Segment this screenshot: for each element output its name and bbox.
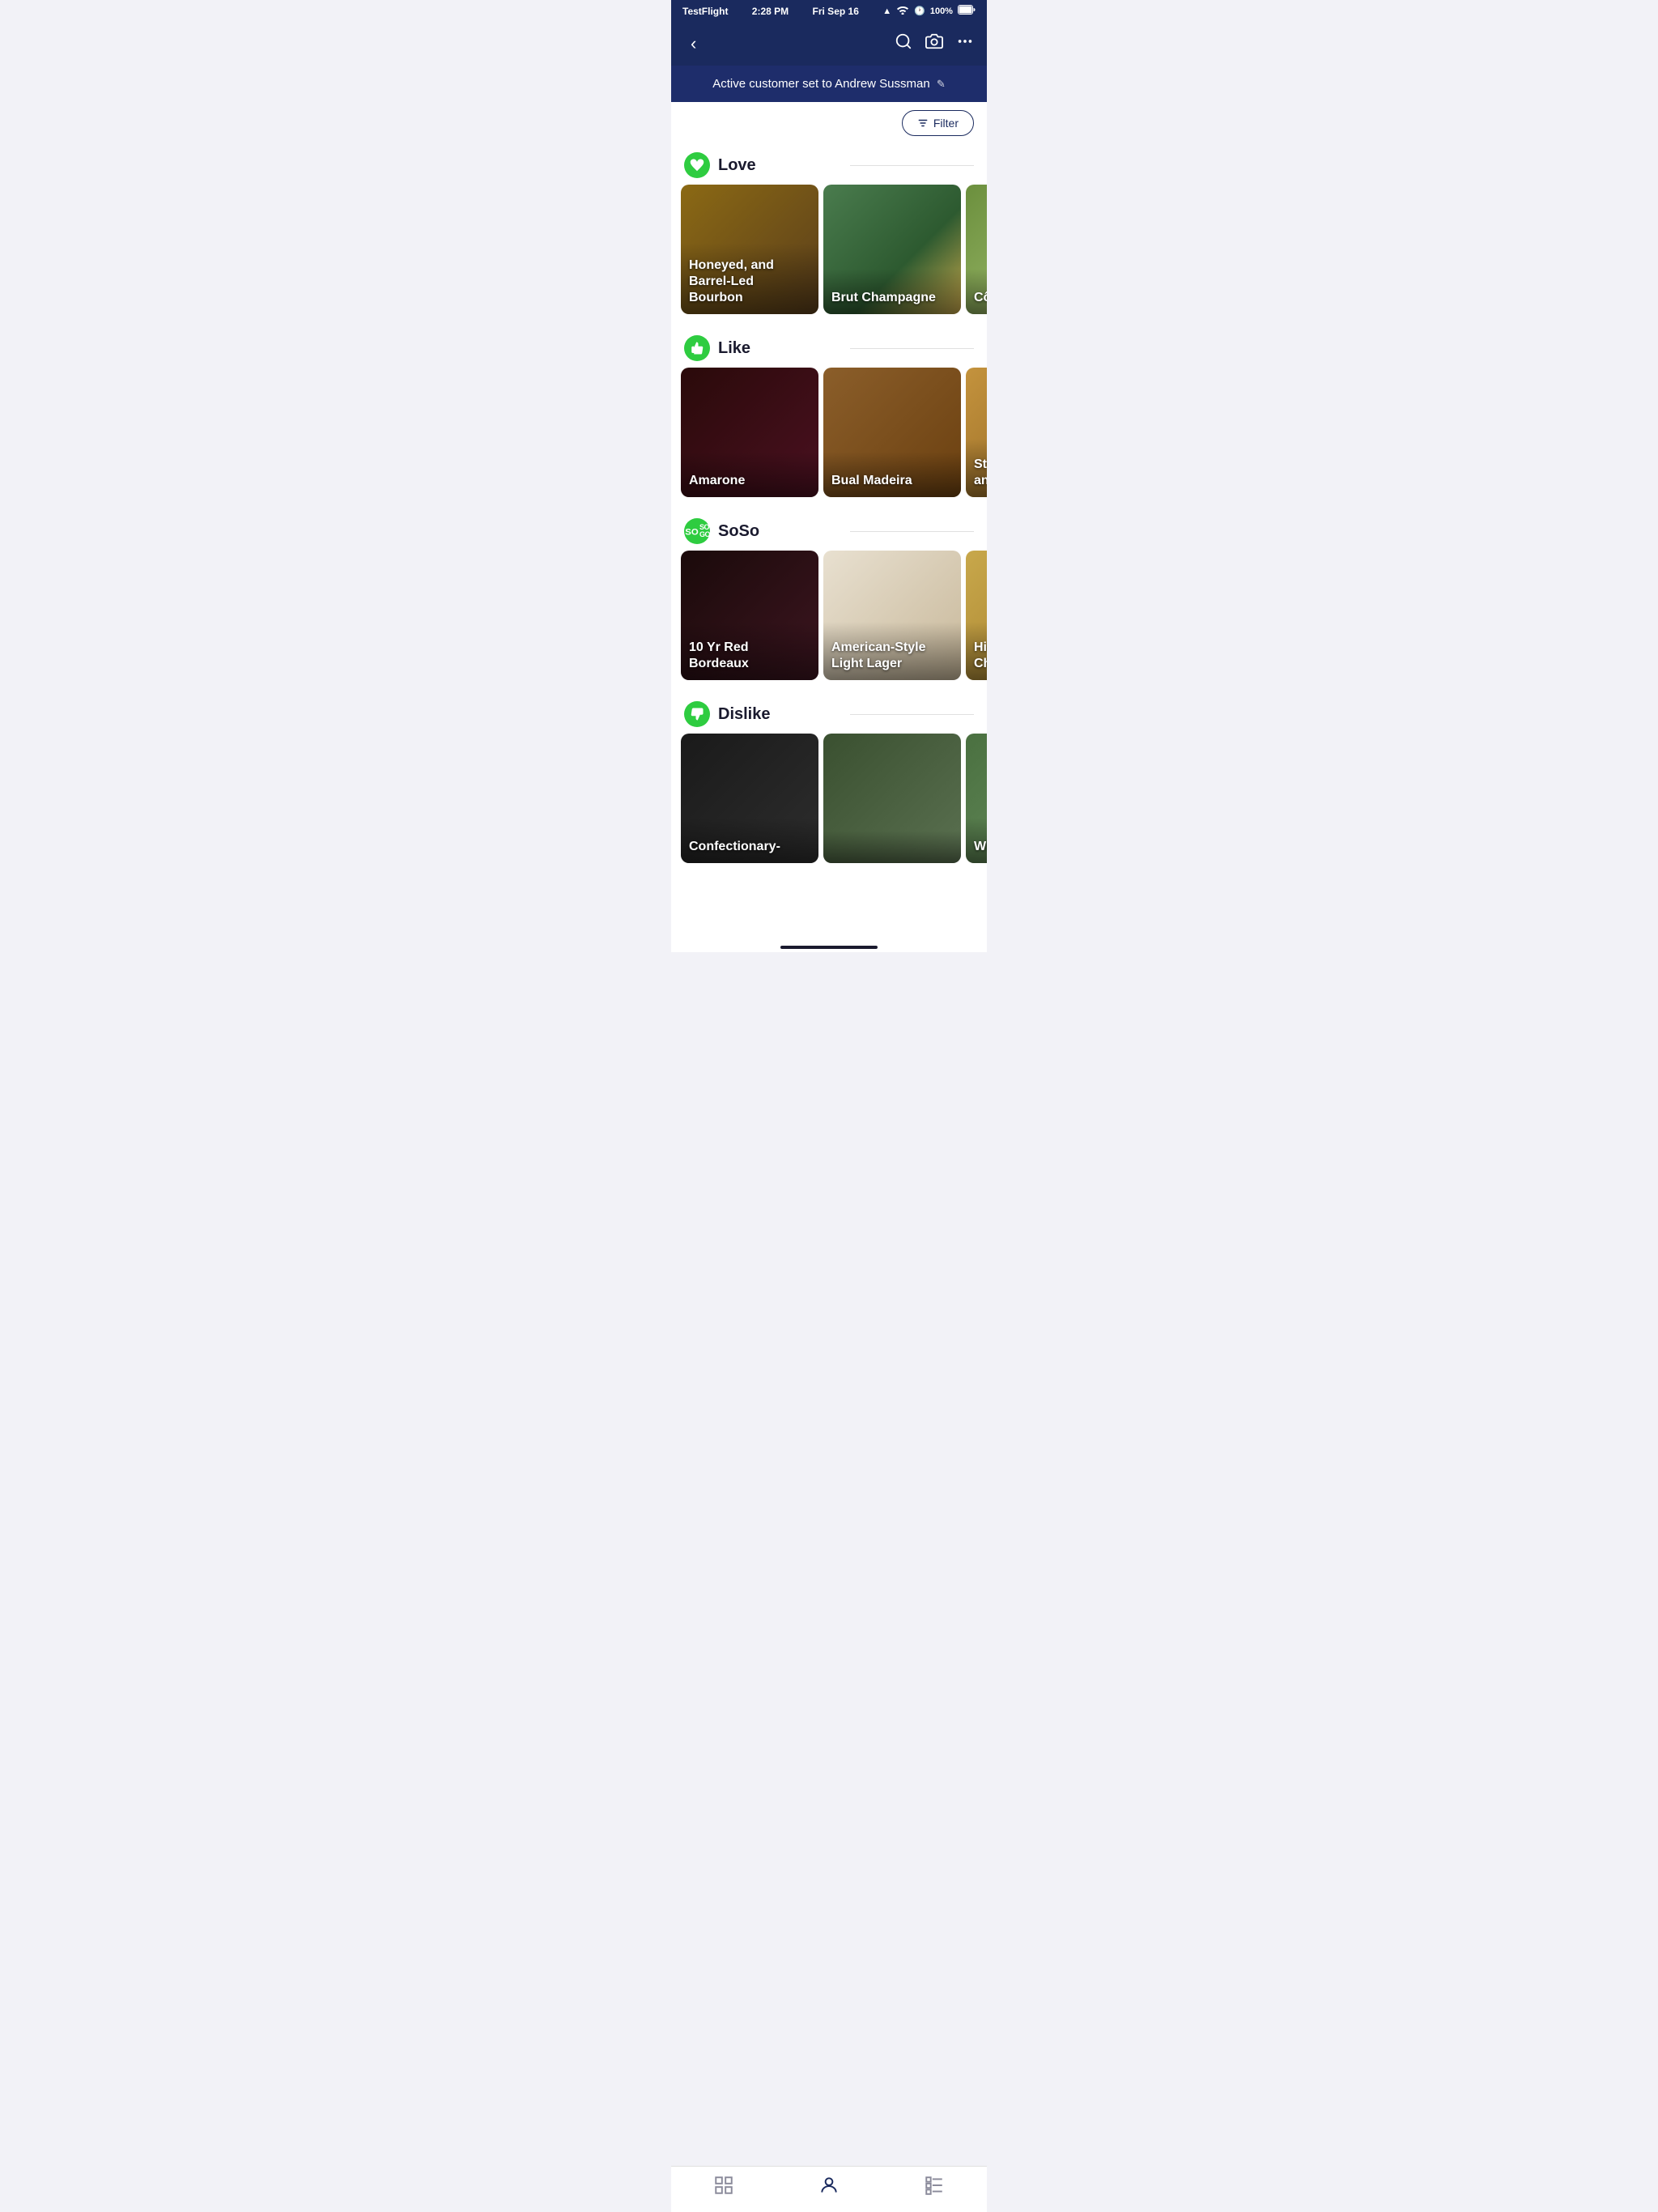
status-date: Fri Sep 16 bbox=[813, 6, 859, 17]
customer-banner[interactable]: Active customer set to Andrew Sussman ✎ bbox=[671, 66, 987, 102]
card-overlay-bourbon: Honeyed, and Barrel-Led Bourbon bbox=[681, 225, 818, 314]
card-overlay-whisky: Styled, Unpeated and Fresh Whisky bbox=[966, 424, 987, 497]
card-overlay-lager: American-Style Light Lager bbox=[823, 607, 961, 680]
cards-row-dislike: Confectionary- White Napa bbox=[671, 734, 987, 863]
section-title-soso: SoSo bbox=[718, 522, 842, 541]
section-love: Love Honeyed, and Barrel-Led Bourbon Bru… bbox=[671, 144, 987, 327]
search-icon[interactable] bbox=[895, 32, 912, 55]
status-left: TestFlight bbox=[682, 6, 728, 17]
section-title-love: Love bbox=[718, 156, 842, 175]
card-label-whisky: Styled, Unpeated and Fresh Whisky bbox=[974, 457, 987, 487]
card-autolytic[interactable]: Highly Autolytic Champagne bbox=[966, 551, 987, 680]
camera-icon[interactable] bbox=[925, 32, 943, 55]
section-like: Like Amarone Bual Madeira Styled, Unpeat… bbox=[671, 327, 987, 510]
section-title-like: Like bbox=[718, 339, 842, 358]
like-icon bbox=[684, 335, 710, 361]
card-label-madeira: Bual Madeira bbox=[831, 474, 912, 487]
status-time: 2:28 PM bbox=[752, 6, 789, 17]
card-overlay-white: White bbox=[966, 806, 987, 863]
card-cote[interactable]: Côte-Rôtie bbox=[966, 185, 987, 314]
signal-icon: ▲ bbox=[882, 6, 891, 16]
card-label-bordeaux: 10 Yr Red Bordeaux bbox=[689, 640, 749, 670]
filter-button[interactable]: Filter bbox=[902, 110, 974, 136]
card-overlay-champagne: Brut Champagne bbox=[823, 257, 961, 314]
card-grape[interactable] bbox=[823, 734, 961, 863]
section-title-dislike: Dislike bbox=[718, 705, 842, 724]
customer-banner-text: Active customer set to Andrew Sussman bbox=[712, 77, 929, 91]
cards-row-like: Amarone Bual Madeira Styled, Unpeated an… bbox=[671, 368, 987, 497]
card-amarone[interactable]: Amarone bbox=[681, 368, 818, 497]
card-overlay-madeira: Bual Madeira bbox=[823, 440, 961, 497]
card-label-autolytic: Highly Autolytic Champagne bbox=[974, 640, 987, 670]
divider-soso bbox=[850, 531, 974, 532]
main-content: Love Honeyed, and Barrel-Led Bourbon Bru… bbox=[671, 144, 987, 941]
dislike-icon bbox=[684, 701, 710, 727]
card-label-bourbon: Honeyed, and Barrel-Led Bourbon bbox=[689, 258, 774, 304]
home-bar bbox=[780, 946, 878, 949]
love-icon bbox=[684, 152, 710, 178]
section-header-dislike: Dislike bbox=[671, 693, 987, 734]
card-label-cote: Côte-Rôtie bbox=[974, 291, 987, 304]
card-bourbon[interactable]: Honeyed, and Barrel-Led Bourbon bbox=[681, 185, 818, 314]
card-overlay-confection: Confectionary- bbox=[681, 806, 818, 863]
battery-label: 100% bbox=[930, 6, 953, 16]
filter-bar: Filter bbox=[671, 102, 987, 144]
cards-row-soso: 10 Yr Red Bordeaux American-Style Light … bbox=[671, 551, 987, 680]
card-whisky[interactable]: Styled, Unpeated and Fresh Whisky bbox=[966, 368, 987, 497]
card-bordeaux[interactable]: 10 Yr Red Bordeaux bbox=[681, 551, 818, 680]
svg-text:SO: SO bbox=[685, 527, 699, 537]
card-overlay-cote: Côte-Rôtie bbox=[966, 257, 987, 314]
card-overlay-bordeaux: 10 Yr Red Bordeaux bbox=[681, 607, 818, 680]
filter-label: Filter bbox=[933, 117, 959, 130]
wifi-icon bbox=[896, 5, 909, 17]
divider-love bbox=[850, 165, 974, 166]
card-label-white: White bbox=[974, 840, 987, 853]
card-label-confection: Confectionary- bbox=[689, 840, 780, 853]
card-overlay-grape bbox=[823, 823, 961, 863]
card-overlay-amarone: Amarone bbox=[681, 440, 818, 497]
card-champagne[interactable]: Brut Champagne bbox=[823, 185, 961, 314]
divider-dislike bbox=[850, 714, 974, 715]
app-name: TestFlight bbox=[682, 6, 728, 17]
card-white[interactable]: White bbox=[966, 734, 987, 863]
card-label-amarone: Amarone bbox=[689, 474, 745, 487]
home-indicator bbox=[671, 941, 987, 952]
card-lager[interactable]: American-Style Light Lager bbox=[823, 551, 961, 680]
card-label-lager: American-Style Light Lager bbox=[831, 640, 926, 670]
more-icon[interactable] bbox=[956, 32, 974, 55]
card-confection[interactable]: Confectionary- bbox=[681, 734, 818, 863]
card-madeira[interactable]: Bual Madeira bbox=[823, 368, 961, 497]
divider-like bbox=[850, 348, 974, 349]
soso-icon: SO SOGO bbox=[684, 518, 710, 544]
status-right: ▲ 🕐 100% bbox=[882, 5, 976, 17]
edit-icon: ✎ bbox=[937, 78, 946, 90]
card-overlay-autolytic: Highly Autolytic Champagne bbox=[966, 607, 987, 680]
section-header-like: Like bbox=[671, 327, 987, 368]
section-header-love: Love bbox=[671, 144, 987, 185]
nav-bar: ‹ bbox=[671, 22, 987, 66]
battery-icon bbox=[958, 5, 976, 17]
section-soso: SO SOGO SoSo 10 Yr Red Bordeaux American… bbox=[671, 510, 987, 693]
card-label-champagne: Brut Champagne bbox=[831, 291, 936, 304]
nav-icons bbox=[895, 32, 974, 55]
tab-profile[interactable] bbox=[818, 2175, 840, 2196]
clock-icon: 🕐 bbox=[914, 6, 925, 16]
status-bar: TestFlight 2:28 PM Fri Sep 16 ▲ 🕐 100% bbox=[671, 0, 987, 22]
back-button[interactable]: ‹ bbox=[684, 30, 703, 57]
cards-row-love: Honeyed, and Barrel-Led Bourbon Brut Cha… bbox=[671, 185, 987, 314]
tab-grid[interactable] bbox=[713, 2175, 734, 2196]
section-dislike: Dislike Confectionary- White bbox=[671, 693, 987, 876]
tab-list[interactable] bbox=[924, 2175, 945, 2196]
section-header-soso: SO SOGO SoSo bbox=[671, 510, 987, 551]
tab-bar bbox=[671, 2166, 987, 2212]
